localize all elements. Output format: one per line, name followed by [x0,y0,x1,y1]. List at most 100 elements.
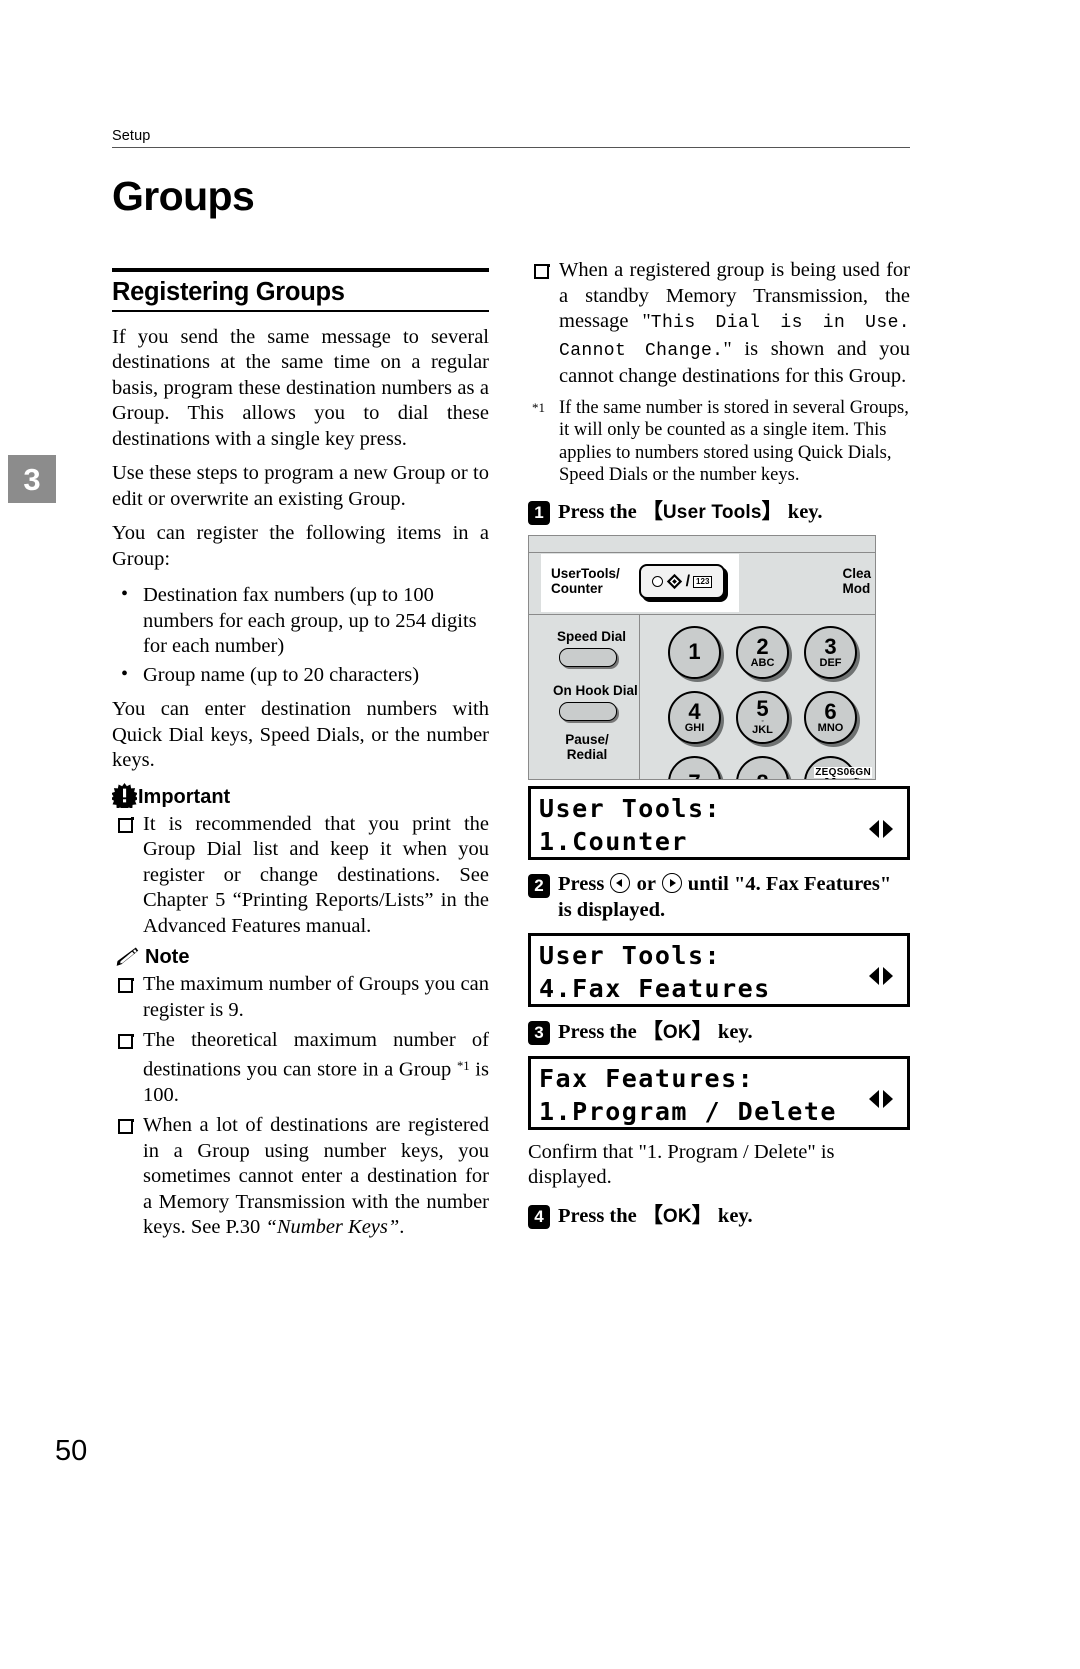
lcd-line-1: User Tools: [539,941,722,970]
key-digit: 6 [824,698,837,724]
right-arrow-key-icon [661,873,682,893]
on-hook-dial-label: On Hook Dial [553,683,638,698]
important-list: It is recommended that you print the Gro… [112,812,489,940]
square-bullet-icon [118,1119,134,1135]
label-line-1: Clea [842,566,871,581]
step-text-before: Press the [558,1204,642,1227]
chapter-tab-number: 3 [23,461,41,497]
important-heading: Important [112,782,489,808]
label-line-2: Mod [842,581,871,596]
note-heading: Note [112,946,489,968]
numeric-key-3[interactable]: 3 DEF [804,626,857,679]
bracket-open: 【 [641,1020,663,1043]
counter-123-icon: 123 [693,575,713,588]
page-title: Groups [112,173,255,219]
lcd-line-2: 4.Fax Features [539,974,771,1003]
lcd-line-2: 1.Program / Delete [539,1096,837,1126]
manual-page: Setup 3 Groups Registering Groups If you… [0,0,1080,1669]
right-column: When a registered group is being used fo… [528,258,910,1239]
step-number-badge: 2 [528,874,550,898]
list-item: When a lot of destinations are registere… [112,1113,489,1241]
footnote-reference: *1 [456,1058,470,1073]
heading-rule-bottom [112,309,489,312]
key-led-indicator [651,576,663,587]
step-number-badge: 1 [528,500,550,525]
on-hook-dial-key[interactable] [559,702,617,721]
panel-divider-top [529,552,875,553]
list-item-text: The theoretical maximum number of destin… [143,1029,489,1081]
bracket-close: 】 [761,499,783,523]
label-line-1: Pause/ [565,732,609,747]
bracket-open: 【 [641,1203,663,1227]
keycap-label: User Tools [662,501,762,523]
key-digit: 4 [688,698,701,724]
label-line-2: Redial [566,747,608,762]
key-letters: ABC [750,656,775,669]
registerable-items-list: Destination fax numbers (up to 100 numbe… [112,582,489,689]
numeric-key-7[interactable]: 7 [668,756,721,779]
step-text: Press the 【OK】 key. [558,1019,753,1046]
label-line-2: Counter [551,581,603,596]
numeric-key-2[interactable]: 2 ABC [736,626,789,679]
operation-panel-figure: UserTools/ Counter / 123 Speed Dial On H… [528,535,876,780]
lcd-line-1: Fax Features: [539,1063,755,1093]
keycap-label: OK [662,1022,692,1043]
figure-id-code: ZEQS06GN [814,767,872,778]
lcd-line-2: 1.Counter [539,827,688,856]
numeric-key-4[interactable]: 4 GHI [668,691,721,744]
user-tools-counter-key[interactable]: / 123 [639,564,725,599]
important-starburst-icon [112,782,137,808]
intro-paragraph-2: Use these steps to program a new Group o… [112,462,489,510]
panel-divider-mid [529,614,875,615]
footnote-marker: *1 [532,399,545,415]
step-2: 2 Press or until "4. Fax Features" is di… [528,872,910,923]
user-tools-diamond-icon [666,573,682,590]
numeric-key-6[interactable]: 6 MNO [804,691,857,744]
bracket-open: 【 [641,499,663,523]
numeric-key-1[interactable]: 1 [668,626,721,679]
section-heading: Registering Groups [112,278,345,306]
square-bullet-icon [118,1033,134,1050]
list-item: It is recommended that you print the Gro… [112,812,489,940]
important-label: Important [138,785,231,808]
step-text-after: key. [782,500,823,523]
panel-divider-vertical [639,614,640,779]
key-digit: 7 [688,771,700,779]
numeric-key-8[interactable]: 8 [736,756,789,779]
step-text: Press the 【User Tools】 key. [558,499,823,526]
key-digit: 5 [756,696,769,721]
page-number: 50 [55,1435,88,1467]
note-list: The maximum number of Groups you can reg… [112,972,489,1241]
key-letters: JKL [752,724,773,736]
lcd-line-1: User Tools: [539,794,722,823]
list-item: Group name (up to 20 characters) [112,662,489,689]
entry-methods-paragraph: You can enter destination numbers with Q… [112,698,489,772]
intro-paragraph-3: You can register the following items in … [112,522,489,570]
square-bullet-icon [118,817,134,833]
key-digit: 8 [756,771,768,779]
step-text-before: Press the [558,500,642,523]
list-item-text: The maximum number of Groups you can reg… [143,973,489,1021]
list-item-text: It is recommended that you print the Gro… [143,812,489,937]
square-bullet-icon [534,263,550,279]
numeric-key-5[interactable]: 5 ◦ JKL [736,691,789,744]
note-list-continued: When a registered group is being used fo… [528,258,910,390]
list-item: When a registered group is being used fo… [528,258,910,390]
key-slash: / [685,572,691,590]
bracket-close: 】 [691,1203,713,1227]
running-head: Setup [112,128,910,148]
footnote-text: If the same number is stored in several … [559,397,909,486]
pause-redial-label: Pause/ Redial [563,732,611,762]
key-letters: DEF [819,656,842,669]
note-pencil-icon [116,947,139,967]
running-head-text: Setup [112,128,151,144]
intro-paragraph-1: If you send the same message to several … [112,325,489,450]
lcd-display-2: User Tools: 4.Fax Features [528,933,910,1007]
step-text-before: Press [558,873,610,895]
speed-dial-key[interactable] [559,648,617,667]
lcd-left-right-arrows-icon [869,967,893,985]
key-digit: 1 [688,639,701,664]
user-tools-counter-label: UserTools/ Counter [551,566,620,596]
bracket-close: 】 [691,1020,713,1043]
lcd-display-3: Fax Features: 1.Program / Delete [528,1055,910,1130]
